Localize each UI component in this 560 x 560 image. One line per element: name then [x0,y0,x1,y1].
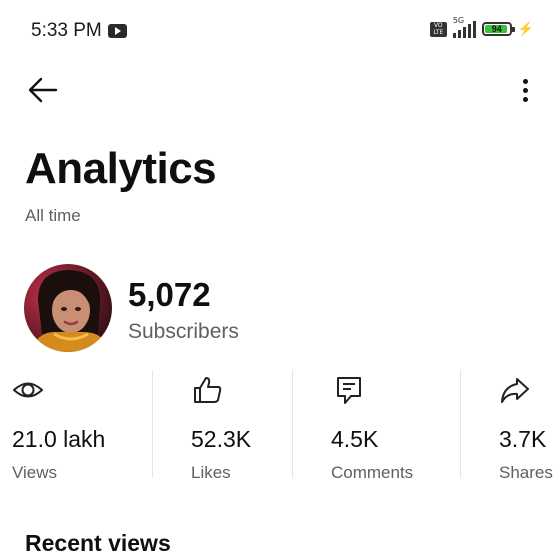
date-range-label: All time [25,206,81,225]
network-type: 5G [452,16,465,25]
stat-label: Likes [191,463,231,482]
youtube-notification-icon [107,24,127,38]
more-vertical-icon [522,78,528,84]
volte-icon: VO LTE [429,21,447,37]
status-icons: VO LTE 5G 94 ⚡ [429,16,534,38]
avatar [24,264,112,352]
stat-comments[interactable]: 4.5K Comments [331,368,459,482]
stat-label: Views [12,463,58,482]
more-vertical-icon-dot [522,96,528,102]
battery-icon: 94 [481,22,515,36]
more-vertical-icon-dot [522,87,528,93]
eye-icon [13,382,43,398]
back-button[interactable] [26,74,60,106]
stat-views[interactable]: 21.0 lakh Views [12,368,152,482]
stat-value: 4.5K [331,426,379,452]
stat-value: 52.3K [191,426,252,452]
subscriber-label: Subscribers [128,320,239,343]
divider [460,370,461,478]
stat-label: Comments [331,463,414,482]
stat-label: Shares [499,463,553,482]
status-time-text: 5:33 PM [31,20,102,41]
more-options-button[interactable] [514,74,536,106]
stat-likes[interactable]: 52.3K Likes [191,368,291,482]
divider [152,370,153,478]
thumbs-up-icon [194,377,222,403]
divider [292,370,293,478]
comment-icon [337,377,361,404]
arrow-left-icon [28,77,58,103]
battery-level: 94 [491,24,502,34]
recent-views-title: Recent views [25,530,171,556]
charging-icon: ⚡ [517,21,534,36]
stat-value: 21.0 lakh [12,426,106,452]
share-icon [501,378,529,403]
stat-value: 3.7K [499,426,547,452]
stat-shares[interactable]: 3.7K Shares [499,368,560,482]
subscriber-count: 5,072 [128,276,211,313]
signal-icon: 5G [452,16,476,38]
status-bar: 5:33 PM VO LTE 5G 94 ⚡ [0,0,560,60]
status-time: 5:33 PM [31,20,127,42]
page-title: Analytics [25,144,217,193]
